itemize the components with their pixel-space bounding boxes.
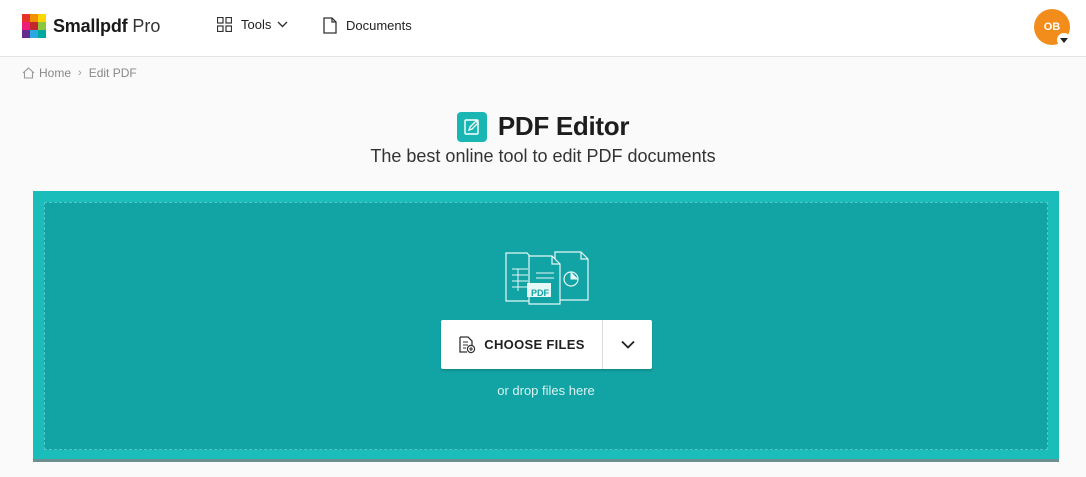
add-file-icon xyxy=(459,335,476,353)
breadcrumb-current: Edit PDF xyxy=(88,66,137,80)
breadcrumb-home[interactable]: Home xyxy=(22,66,71,80)
smallpdf-logo[interactable]: Smallpdf Pro xyxy=(22,14,160,38)
breadcrumb-home-label: Home xyxy=(39,66,72,80)
brand-tier: Pro xyxy=(132,15,161,36)
tools-menu[interactable]: Tools xyxy=(217,17,288,32)
top-header: Smallpdf Pro Tools Documents OB xyxy=(0,0,1086,57)
documents-label: Documents xyxy=(346,18,412,33)
avatar-caret-icon[interactable] xyxy=(1057,33,1071,47)
choose-files-control: CHOOSE FILES xyxy=(441,320,652,369)
chevron-down-icon xyxy=(620,340,635,349)
page-subtitle: The best online tool to edit PDF documen… xyxy=(370,146,716,166)
edit-document-icon xyxy=(456,111,487,142)
breadcrumb: Home › Edit PDF xyxy=(22,66,137,80)
grid-icon xyxy=(217,17,232,32)
choose-files-label: CHOOSE FILES xyxy=(484,337,585,352)
document-icon xyxy=(323,17,337,34)
avatar-initials: OB xyxy=(1043,21,1061,33)
documents-link[interactable]: Documents xyxy=(323,17,412,34)
smallpdf-logo-mark xyxy=(22,14,46,38)
dropzone-area[interactable]: PDF CHOOSE FILES or drop files here xyxy=(44,202,1048,450)
choose-files-button[interactable]: CHOOSE FILES xyxy=(441,320,603,369)
home-icon xyxy=(22,67,35,79)
choose-files-dropdown[interactable] xyxy=(603,320,652,369)
breadcrumb-separator: › xyxy=(78,67,82,79)
page-title: PDF Editor xyxy=(497,111,630,141)
tools-label: Tools xyxy=(241,17,272,32)
tool-heading: PDF Editor xyxy=(0,111,1086,142)
file-dropzone[interactable]: PDF CHOOSE FILES or drop files here xyxy=(33,191,1059,462)
brand-name: Smallpdf xyxy=(53,15,128,36)
chevron-down-icon xyxy=(277,21,288,28)
pdf-badge: PDF xyxy=(531,288,549,298)
drop-hint: or drop files here xyxy=(497,383,595,398)
